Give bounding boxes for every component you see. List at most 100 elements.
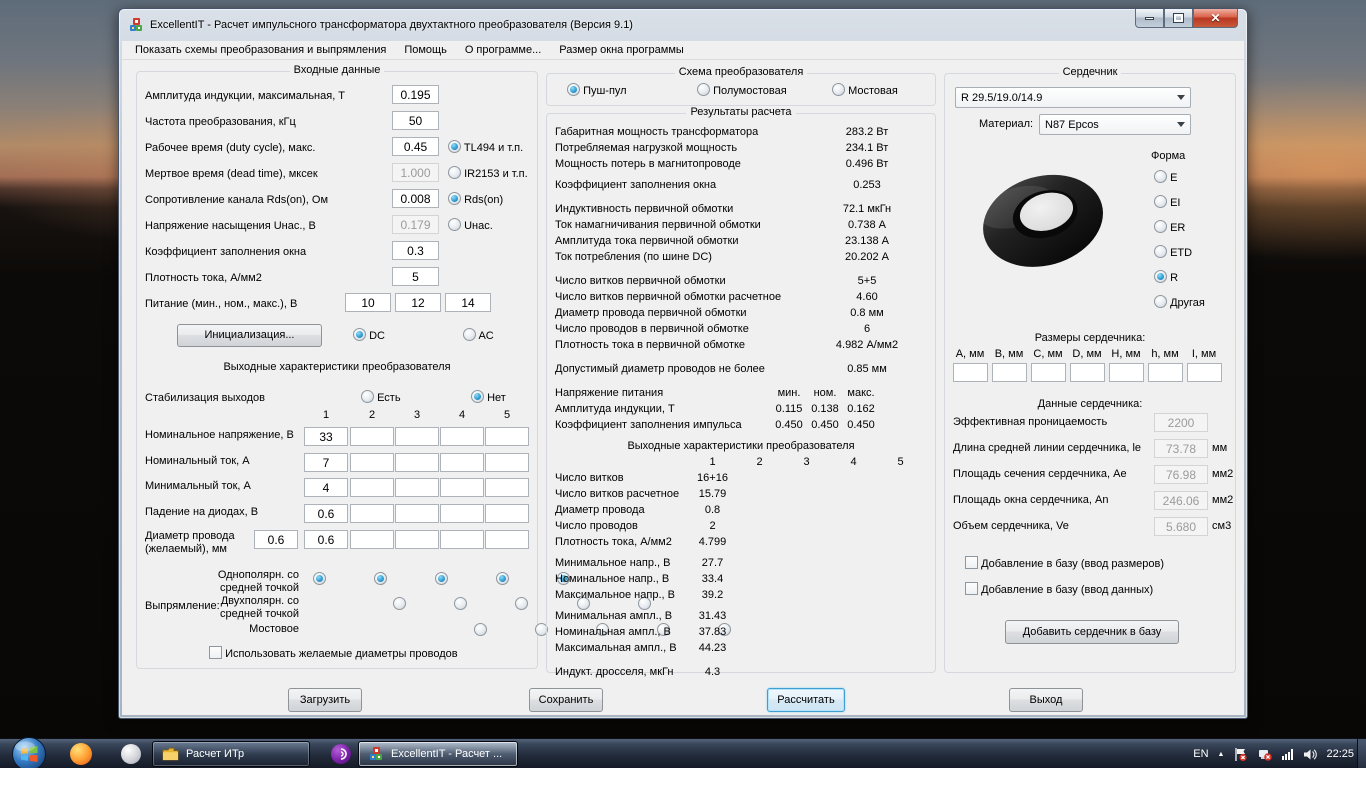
wire-2[interactable] [350,530,394,549]
material-select[interactable]: N87 Epcos [1039,114,1191,135]
min-current-5[interactable] [485,478,529,497]
minimize-button[interactable] [1135,9,1164,28]
size-a-input[interactable] [953,363,988,382]
size-h-input[interactable] [1109,363,1144,382]
add-core-button[interactable]: Добавить сердечник в базу [1005,620,1179,644]
rect-radio-2-2[interactable] [454,597,468,610]
ir2153-radio[interactable] [448,166,461,179]
current-density-input[interactable] [392,267,439,286]
show-hidden-icons[interactable]: ▲ [1218,751,1225,758]
rect-radio-2-1[interactable] [393,597,407,610]
diode-drop-3[interactable] [395,504,439,523]
menu-window-size[interactable]: Размер окна программы [550,41,693,59]
clock[interactable]: 22:25 [1326,748,1354,760]
nom-voltage-5[interactable] [485,427,529,446]
wire-4[interactable] [440,530,484,549]
nom-voltage-4[interactable] [440,427,484,446]
calculate-button[interactable]: Рассчитать [767,688,845,712]
nom-voltage-3[interactable] [395,427,439,446]
rds-on-input[interactable] [392,189,439,208]
window-fill-input[interactable] [392,241,439,260]
volume-icon[interactable] [1303,748,1318,761]
usat-radio[interactable] [448,218,461,231]
load-button[interactable]: Загрузить [288,688,362,712]
shape-er-radio[interactable] [1154,220,1167,233]
nom-voltage-2[interactable] [350,427,394,446]
min-current-2[interactable] [350,478,394,497]
induction-input[interactable] [392,85,439,104]
action-center-flag-icon[interactable] [1233,747,1248,762]
diode-drop-1[interactable] [304,504,348,523]
rect-radio-1-1[interactable] [313,572,326,585]
tl494-radio[interactable] [448,140,461,153]
maximize-button[interactable] [1164,9,1193,28]
nom-current-1[interactable] [304,453,348,472]
supply-min-input[interactable] [345,293,391,312]
rect-radio-1-3[interactable] [435,572,449,585]
use-wire-checkbox[interactable] [209,646,222,659]
half-bridge-radio[interactable] [697,83,710,96]
rect-radio-1-4[interactable] [496,572,510,585]
rect-radio-2-3[interactable] [515,597,529,610]
gray-orb-icon[interactable] [121,744,141,764]
network-error-icon[interactable] [1257,747,1273,762]
save-button[interactable]: Сохранить [529,688,603,712]
frequency-input[interactable] [392,111,439,130]
add-sizes-checkbox[interactable] [965,556,978,569]
stab-no-radio[interactable] [471,390,484,403]
diode-drop-4[interactable] [440,504,484,523]
rect-radio-3-1[interactable] [473,623,487,636]
language-indicator[interactable]: EN [1193,748,1208,760]
show-desktop-button[interactable] [1357,739,1366,769]
rect-radio-1-2[interactable] [374,572,388,585]
dc-radio[interactable] [353,328,366,341]
exit-button[interactable]: Выход [1009,688,1083,712]
nom-current-2[interactable] [350,453,394,472]
menu-about[interactable]: О программе... [456,41,550,59]
shape-r-radio[interactable] [1154,270,1167,283]
push-pull-radio[interactable] [567,83,580,96]
nom-current-3[interactable] [395,453,439,472]
init-button[interactable]: Инициализация... [177,324,322,347]
nom-current-4[interactable] [440,453,484,472]
close-button[interactable]: ✕ [1193,9,1238,28]
wire-extra[interactable] [254,530,298,549]
firefox-icon[interactable] [70,743,92,765]
menu-help[interactable]: Помощь [395,41,456,59]
shape-e-radio[interactable] [1154,170,1167,183]
wire-3[interactable] [395,530,439,549]
size-d-input[interactable] [1070,363,1105,382]
add-data-checkbox[interactable] [965,582,978,595]
start-button[interactable] [11,736,47,772]
min-current-3[interactable] [395,478,439,497]
size-h2-input[interactable] [1148,363,1183,382]
stab-yes-radio[interactable] [361,390,374,403]
titlebar[interactable]: ExcellentIT - Расчет импульсного трансфо… [119,9,1247,41]
purple-orb-icon[interactable] [330,743,352,765]
rds-on-radio[interactable] [448,192,461,205]
wire-5[interactable] [485,530,529,549]
size-c-input[interactable] [1031,363,1066,382]
core-select[interactable]: R 29.5/19.0/14.9 [955,87,1191,108]
signal-bars-icon[interactable] [1282,748,1294,760]
menu-show-schemes[interactable]: Показать схемы преобразования и выпрямле… [126,41,395,59]
ac-radio[interactable] [463,328,476,341]
wire-1[interactable] [304,530,348,549]
diode-drop-2[interactable] [350,504,394,523]
shape-ei-radio[interactable] [1154,195,1167,208]
shape-etd-radio[interactable] [1154,245,1167,258]
nom-current-5[interactable] [485,453,529,472]
size-b-input[interactable] [992,363,1027,382]
diode-drop-5[interactable] [485,504,529,523]
full-bridge-radio[interactable] [832,83,845,96]
taskbar-window-excellentit[interactable]: ExcellentIT - Расчет ... [358,741,518,767]
supply-nom-input[interactable] [395,293,441,312]
min-current-4[interactable] [440,478,484,497]
size-i-input[interactable] [1187,363,1222,382]
shape-other-radio[interactable] [1154,295,1167,308]
min-current-1[interactable] [304,478,348,497]
taskbar-window-folder[interactable]: Расчет ИТр [152,741,310,767]
supply-max-input[interactable] [445,293,491,312]
duty-cycle-input[interactable] [392,137,439,156]
nom-voltage-1[interactable] [304,427,348,446]
